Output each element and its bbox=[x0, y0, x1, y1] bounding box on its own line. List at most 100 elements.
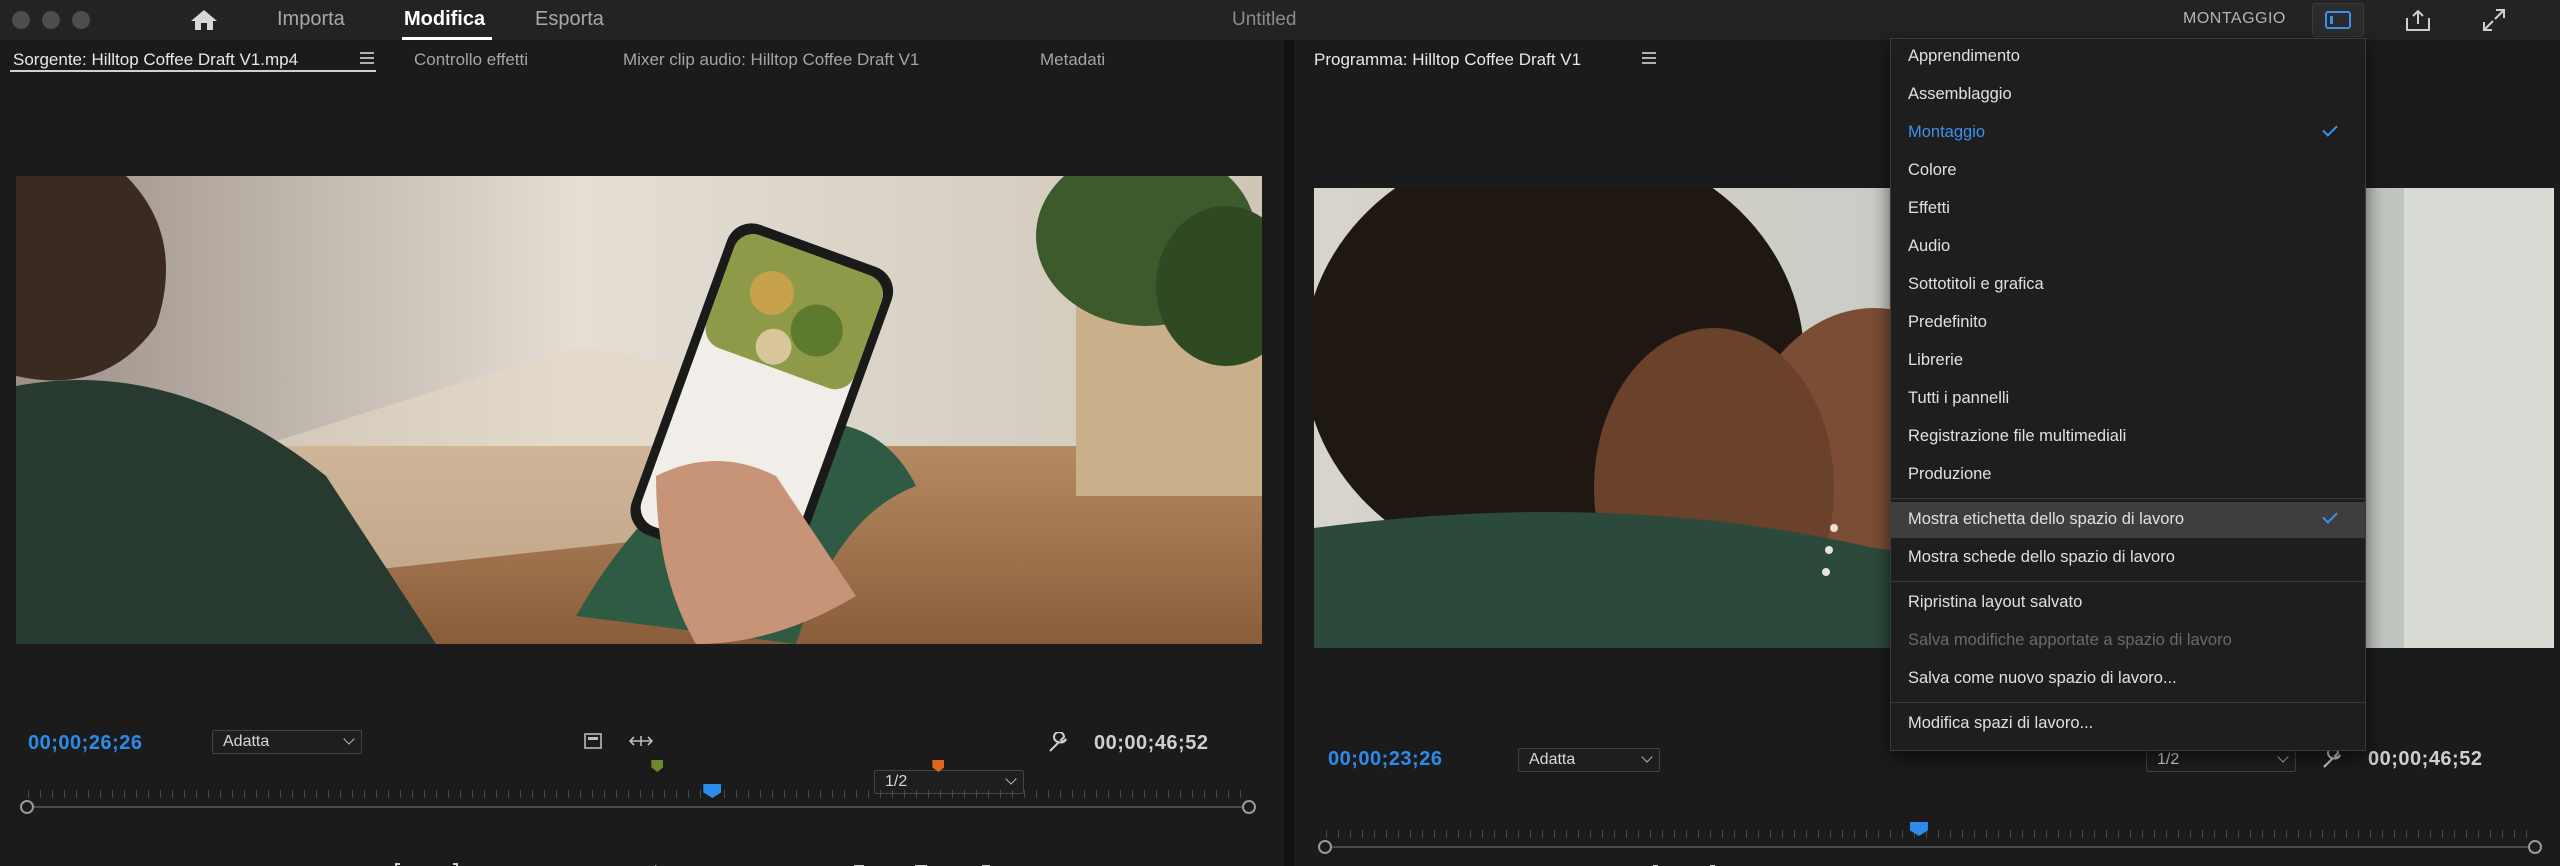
workspace-layout-0-label: Ripristina layout salvato bbox=[1908, 593, 2083, 611]
workspace-item-2-label: Montaggio bbox=[1908, 123, 1986, 141]
program-current-timecode[interactable]: 00;00;23;26 bbox=[1328, 748, 1442, 771]
source-time-ruler[interactable] bbox=[28, 790, 1250, 798]
workspace-item-0-label: Apprendimento bbox=[1908, 47, 2020, 65]
workspace-layout-2-label: Salva come nuovo spazio di lavoro... bbox=[1908, 669, 2177, 687]
source-settings-icon[interactable] bbox=[583, 730, 603, 752]
workspace-item-1[interactable]: Assemblaggio bbox=[1891, 77, 2365, 113]
workspace-layout-0[interactable]: Ripristina layout salvato bbox=[1891, 585, 2365, 621]
source-button-editor[interactable] bbox=[1240, 862, 1260, 866]
source-video-frame[interactable] bbox=[16, 176, 1262, 644]
workspace-layout-1: Salva modifiche apportate a spazio di la… bbox=[1891, 623, 2365, 659]
source-in-knob[interactable] bbox=[20, 800, 34, 814]
workspace-option-0[interactable]: Mostra etichetta dello spazio di lavoro bbox=[1891, 502, 2365, 538]
workspace-item-6-label: Sottotitoli e grafica bbox=[1908, 275, 2044, 293]
nav-tab-importa[interactable]: Importa bbox=[277, 8, 345, 31]
top-bar: Importa Modifica Esporta Untitled MONTAG… bbox=[0, 0, 2560, 40]
tab-source[interactable]: Sorgente: Hilltop Coffee Draft V1.mp4 bbox=[13, 50, 298, 70]
workspace-layout-2[interactable]: Salva come nuovo spazio di lavoro... bbox=[1891, 661, 2365, 697]
home-button[interactable] bbox=[186, 6, 222, 34]
program-fit-select[interactable]: Adatta bbox=[1518, 748, 1660, 772]
minimize-window-button[interactable] bbox=[42, 11, 60, 29]
source-wrench-button[interactable] bbox=[1046, 732, 1070, 754]
share-button[interactable] bbox=[2396, 4, 2440, 36]
program-fit-value: Adatta bbox=[1529, 751, 1576, 768]
trim-arrows-icon bbox=[629, 736, 653, 746]
workspace-item-11-label: Produzione bbox=[1908, 465, 1992, 483]
workspace-item-7[interactable]: Predefinito bbox=[1891, 305, 2365, 341]
panel-menu-icon[interactable] bbox=[360, 52, 374, 64]
source-fit-value: Adatta bbox=[223, 733, 270, 750]
export-frame-button[interactable] bbox=[972, 862, 1000, 866]
drag-video-only-icon[interactable] bbox=[628, 730, 654, 752]
workspaces-button[interactable] bbox=[2312, 3, 2364, 37]
workspace-item-8[interactable]: Librerie bbox=[1891, 343, 2365, 379]
workspace-label[interactable]: MONTAGGIO bbox=[2183, 10, 2286, 28]
nav-tab-esporta[interactable]: Esporta bbox=[535, 8, 604, 31]
go-to-in-button[interactable] bbox=[520, 862, 550, 866]
workspace-item-10[interactable]: Registrazione file multimediali bbox=[1891, 419, 2365, 455]
edit-workspaces-item[interactable]: Modifica spazi di lavoro... bbox=[1891, 706, 2365, 742]
menu-separator bbox=[1891, 702, 2365, 703]
wrench-icon bbox=[2323, 748, 2341, 768]
tab-audio-clip-mixer[interactable]: Mixer clip audio: Hilltop Coffee Draft V… bbox=[623, 50, 919, 70]
program-duration-timecode: 00;00;46;52 bbox=[2368, 748, 2483, 770]
edit-workspaces-item-label: Modifica spazi di lavoro... bbox=[1908, 714, 2094, 732]
source-current-timecode[interactable]: 00;00;26;26 bbox=[28, 732, 142, 755]
workspace-item-4-label: Effetti bbox=[1908, 199, 1950, 217]
program-wrench-button[interactable] bbox=[2320, 748, 2344, 770]
workspace-item-8-label: Librerie bbox=[1908, 351, 1964, 369]
clip-marker-green[interactable] bbox=[651, 760, 664, 772]
program-out-knob[interactable] bbox=[2528, 840, 2542, 854]
workspace-item-1-label: Assemblaggio bbox=[1908, 85, 2012, 103]
workspace-menu: Apprendimento Assemblaggio Montaggio Colore… bbox=[1890, 38, 2366, 751]
program-in-knob[interactable] bbox=[1318, 840, 1332, 854]
zoom-window-button[interactable] bbox=[72, 11, 90, 29]
safe-margins-icon bbox=[584, 733, 602, 749]
step-forward-button[interactable] bbox=[710, 862, 736, 866]
step-back-button[interactable] bbox=[584, 862, 610, 866]
tab-metadata[interactable]: Metadati bbox=[1040, 50, 1105, 70]
workspace-layout-1-label: Salva modifiche apportate a spazio di la… bbox=[1908, 631, 2232, 649]
workspace-item-11[interactable]: Produzione bbox=[1891, 457, 2365, 493]
tab-effect-controls[interactable]: Controllo effetti bbox=[414, 50, 528, 70]
workspace-item-9[interactable]: Tutti i pannelli bbox=[1891, 381, 2365, 417]
insert-button[interactable] bbox=[842, 862, 876, 866]
nav-tab-modifica[interactable]: Modifica bbox=[404, 8, 485, 31]
workspace-item-6[interactable]: Sottotitoli e grafica bbox=[1891, 267, 2365, 303]
home-icon bbox=[191, 10, 217, 30]
workspace-item-2[interactable]: Montaggio bbox=[1891, 115, 2365, 151]
workspace-item-3[interactable]: Colore bbox=[1891, 153, 2365, 189]
program-resolution-select[interactable]: 1/2 bbox=[2146, 748, 2296, 772]
source-out-knob[interactable] bbox=[1242, 800, 1256, 814]
mark-out-button[interactable] bbox=[443, 862, 467, 866]
add-marker-button[interactable] bbox=[320, 862, 344, 866]
workspace-option-1-label: Mostra schede dello spazio di lavoro bbox=[1908, 548, 2175, 566]
workspace-item-4[interactable]: Effetti bbox=[1891, 191, 2365, 227]
go-to-out-button[interactable] bbox=[768, 862, 798, 866]
fullscreen-icon bbox=[2483, 9, 2505, 31]
workspace-option-1[interactable]: Mostra schede dello spazio di lavoro bbox=[1891, 540, 2365, 576]
workspace-item-7-label: Predefinito bbox=[1908, 313, 1987, 331]
workspace-item-0[interactable]: Apprendimento bbox=[1891, 39, 2365, 75]
workspace-item-5[interactable]: Audio bbox=[1891, 229, 2365, 265]
program-panel-menu-icon[interactable] bbox=[1642, 52, 1656, 64]
wrench-icon bbox=[1049, 732, 1067, 752]
tab-program[interactable]: Programma: Hilltop Coffee Draft V1 bbox=[1314, 50, 1581, 70]
overwrite-button[interactable] bbox=[904, 862, 938, 866]
video-frame-image bbox=[16, 176, 1262, 644]
fullscreen-button[interactable] bbox=[2472, 4, 2516, 36]
panel-divider[interactable] bbox=[1284, 40, 1294, 866]
project-title: Untitled bbox=[1232, 9, 1297, 30]
program-scrub-track[interactable] bbox=[1326, 846, 2536, 848]
close-window-button[interactable] bbox=[12, 11, 30, 29]
menu-separator bbox=[1891, 581, 2365, 582]
source-fit-select[interactable]: Adatta bbox=[212, 730, 362, 754]
source-duration-timecode: 00;00;46;52 bbox=[1094, 732, 1209, 754]
source-scrub-track[interactable] bbox=[28, 806, 1250, 808]
source-resolution-value: 1/2 bbox=[885, 773, 908, 790]
mark-in-button[interactable] bbox=[386, 862, 410, 866]
program-resolution-value: 1/2 bbox=[2157, 751, 2180, 768]
play-button[interactable] bbox=[648, 862, 674, 866]
workspace-item-9-label: Tutti i pannelli bbox=[1908, 389, 2010, 407]
program-time-ruler[interactable] bbox=[1326, 830, 2536, 838]
